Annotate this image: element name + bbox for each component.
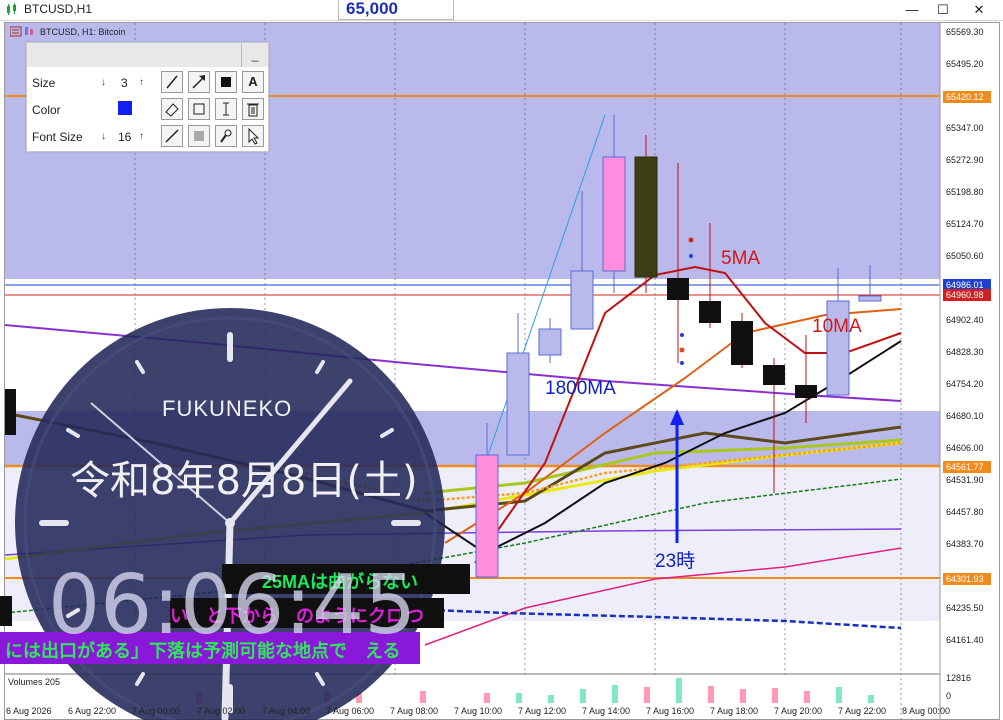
text-cursor-icon[interactable] (215, 98, 237, 120)
font-size-label: Font Size (32, 130, 83, 144)
time-axis-tick: 7 Aug 22:00 (838, 706, 887, 716)
price-axis-tick: 64754.20 (946, 379, 984, 389)
size-up-icon[interactable]: ↑ (139, 77, 144, 88)
size-down-icon[interactable]: ↓ (101, 77, 106, 88)
size-value[interactable]: 3 (121, 76, 128, 90)
label-23h: 23時 (655, 551, 696, 572)
candle (602, 156, 626, 272)
panel-minimize-button[interactable]: _ (241, 43, 268, 67)
rect-outline-icon[interactable] (188, 98, 210, 120)
font-size-value[interactable]: 16 (118, 130, 131, 144)
price-axis-tick: 64457.80 (946, 507, 984, 517)
price-axis-tick: 64235.50 (946, 603, 984, 613)
price-tag: 64561.77 (943, 461, 991, 473)
time-axis-tick: 6 Aug 22:00 (68, 706, 117, 716)
candle (795, 385, 817, 398)
label-10ma: 10MA (812, 316, 862, 337)
price-axis-tick: 65495.20 (946, 59, 984, 69)
time-axis-tick: 7 Aug 14:00 (582, 706, 631, 716)
price-axis-tick: 64531.90 (946, 475, 984, 485)
time-axis-tick: 7 Aug 18:00 (710, 706, 759, 716)
candle (731, 321, 753, 365)
pencil-icon[interactable] (161, 71, 183, 93)
time-axis-tick: 7 Aug 12:00 (518, 706, 567, 716)
maximize-icon[interactable]: ☐ (926, 0, 960, 20)
candle (570, 270, 594, 330)
time-axis-tick: 7 Aug 20:00 (774, 706, 823, 716)
price-axis-tick: 65050.60 (946, 251, 984, 261)
time-axis-tick: 7 Aug 16:00 (646, 706, 695, 716)
candle (538, 328, 562, 356)
text-A-icon[interactable]: A (242, 71, 264, 93)
candle (763, 365, 785, 385)
time-axis-tick: 7 Aug 04:00 (262, 706, 311, 716)
price-axis-tick: 64680.10 (946, 411, 984, 421)
size-label: Size (32, 76, 56, 90)
chart-app-icon (7, 3, 16, 15)
price-axis-tick: 65124.70 (946, 219, 984, 229)
price-tag: 65420.12 (943, 91, 991, 103)
price-tag: 64960.98 (943, 289, 991, 301)
rect-fill-icon[interactable] (215, 71, 237, 93)
drawing-tool-panel[interactable]: _ Size ↓ 3 ↑ Color Font Size ↓ 16 ↑ A (26, 42, 269, 152)
price-tag: 64301.93 (943, 573, 991, 585)
price-axis-tick: 64828.30 (946, 347, 984, 357)
volume-axis-min: 0 (946, 691, 952, 701)
trash-icon[interactable] (242, 98, 264, 120)
price-axis-tick: 65347.00 (946, 123, 984, 133)
arrow-icon[interactable] (188, 71, 210, 93)
label-1800ma: 1800MA (545, 378, 616, 399)
font-size-down-icon[interactable]: ↓ (101, 131, 106, 142)
candle (506, 352, 530, 456)
gray-square-icon[interactable] (188, 125, 210, 147)
banner-left-block (0, 596, 12, 626)
window-title: BTCUSD,H1 (24, 2, 93, 16)
clock-date: 令和8年8月8日(土) (70, 458, 418, 504)
candle (634, 156, 658, 278)
stamp-icon[interactable] (215, 125, 237, 147)
color-swatch[interactable] (118, 101, 132, 115)
pointer-icon[interactable] (242, 125, 264, 147)
candle (699, 301, 721, 323)
candle (858, 295, 882, 302)
time-axis-tick: 7 Aug 10:00 (454, 706, 503, 716)
close-icon[interactable]: ✕ (962, 0, 996, 20)
font-size-up-icon[interactable]: ↑ (139, 131, 144, 142)
label-5ma: 5MA (721, 248, 761, 269)
volume-label: Volumes 205 (8, 677, 61, 687)
price-header-box: 65,000 (338, 0, 454, 20)
clock-brand: FUKUNEKO (162, 396, 293, 421)
chart-header-icons (10, 26, 33, 37)
time-axis-tick: 7 Aug 02:00 (197, 706, 246, 716)
time-axis-tick: 6 Aug 2026 (6, 706, 52, 716)
line-icon[interactable] (161, 125, 183, 147)
price-axis-tick: 65272.90 (946, 155, 984, 165)
price-axis-tick: 64383.70 (946, 539, 984, 549)
window-titlebar: BTCUSD,H1 (0, 0, 1003, 21)
price-axis-tick: 64902.40 (946, 315, 984, 325)
volume-axis-max: 12816 (946, 673, 972, 683)
time-axis-tick: 7 Aug 06:00 (326, 706, 375, 716)
price-axis-tick: 65569.30 (946, 27, 984, 37)
clock-time: 06:06:45 (48, 558, 417, 653)
panel-titlebar[interactable] (27, 43, 268, 67)
candle (5, 389, 16, 435)
candle (475, 454, 499, 578)
eraser-icon[interactable] (161, 98, 183, 120)
price-axis-tick: 64161.40 (946, 635, 984, 645)
time-axis-tick: 7 Aug 08:00 (390, 706, 439, 716)
price-axis-tick: 65198.80 (946, 187, 984, 197)
price-axis-tick: 64606.00 (946, 443, 984, 453)
time-axis-tick: 7 Aug 00:00 (132, 706, 181, 716)
candle (667, 278, 689, 300)
time-axis-tick: 8 Aug 00:00 (902, 706, 951, 716)
symbol-label: BTCUSD, H1: Bitcoin (40, 27, 126, 37)
minimize-icon[interactable]: — (895, 0, 929, 20)
color-label: Color (32, 103, 61, 117)
